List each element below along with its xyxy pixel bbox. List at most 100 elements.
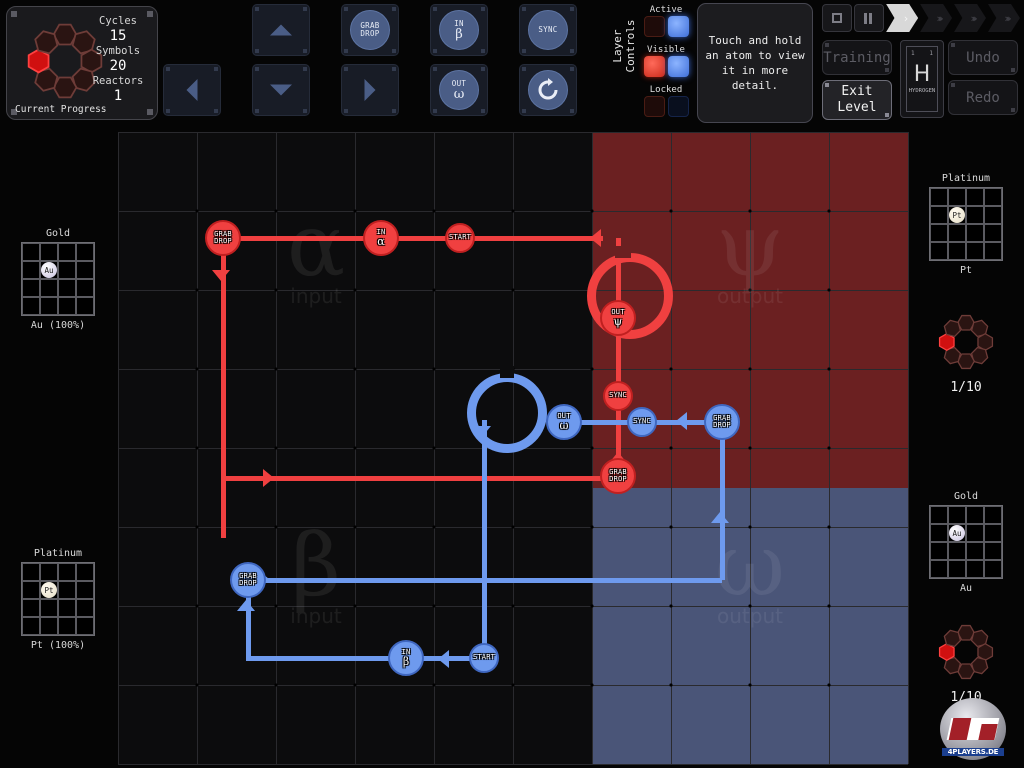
element-grid-cell[interactable] — [76, 617, 94, 635]
element-grid-cell[interactable] — [984, 242, 1002, 260]
element-grid-cell[interactable] — [984, 206, 1002, 224]
element-grid-cell[interactable] — [40, 243, 58, 261]
atom-pt[interactable]: Pt — [949, 207, 965, 223]
element-grid-cell[interactable] — [40, 279, 58, 297]
red-sync[interactable]: SYNC — [603, 381, 633, 411]
stop-button[interactable] — [822, 4, 852, 32]
element-grid-cell[interactable] — [22, 297, 40, 315]
element-grid-cell[interactable] — [40, 297, 58, 315]
platinum-output-grid[interactable]: Pt — [929, 187, 1003, 261]
element-grid-cell[interactable] — [76, 599, 94, 617]
layer-locked-blue-toggle[interactable] — [667, 96, 689, 117]
element-grid-cell[interactable] — [984, 560, 1002, 578]
element-grid-cell[interactable] — [40, 617, 58, 635]
platinum-input-grid[interactable]: Pt — [21, 562, 95, 636]
element-grid-cell[interactable] — [930, 206, 948, 224]
element-grid-cell[interactable] — [58, 261, 76, 279]
element-grid-cell[interactable] — [76, 297, 94, 315]
element-grid-cell[interactable] — [930, 524, 948, 542]
element-grid-cell[interactable] — [58, 243, 76, 261]
element-grid-cell[interactable] — [58, 279, 76, 297]
element-grid-cell[interactable] — [984, 224, 1002, 242]
element-grid-cell[interactable] — [984, 542, 1002, 560]
element-grid-cell[interactable] — [984, 506, 1002, 524]
element-grid-cell[interactable] — [948, 188, 966, 206]
element-grid-cell[interactable] — [966, 542, 984, 560]
element-grid-cell[interactable] — [76, 243, 94, 261]
element-grid-cell[interactable] — [966, 560, 984, 578]
element-grid-cell[interactable] — [40, 599, 58, 617]
training-button[interactable]: Training — [822, 40, 892, 75]
element-grid-cell[interactable] — [966, 224, 984, 242]
element-grid-cell[interactable] — [948, 542, 966, 560]
element-info-card[interactable]: 1 1 H HYDROGEN — [900, 40, 944, 118]
element-grid-cell[interactable] — [984, 524, 1002, 542]
rotate-button[interactable] — [519, 64, 577, 116]
element-grid-cell[interactable]: Au — [948, 524, 966, 542]
element-grid-cell[interactable] — [58, 581, 76, 599]
element-grid-cell[interactable] — [930, 224, 948, 242]
element-grid-cell[interactable] — [76, 261, 94, 279]
element-grid-cell[interactable] — [22, 279, 40, 297]
layer-visible-red-toggle[interactable] — [643, 56, 665, 77]
element-grid-cell[interactable] — [966, 524, 984, 542]
grab-drop-button[interactable]: GRAB DROP — [341, 4, 399, 56]
element-grid-cell[interactable] — [22, 581, 40, 599]
blue-sync[interactable]: SYNC — [627, 407, 657, 437]
layer-active-red-toggle[interactable] — [643, 16, 665, 37]
element-grid-cell[interactable]: Pt — [40, 581, 58, 599]
red-output-psi[interactable]: OUT ψ — [600, 300, 636, 336]
element-grid-cell[interactable] — [930, 188, 948, 206]
element-grid-cell[interactable] — [40, 563, 58, 581]
red-grab-drop-1[interactable]: GRAB DROP — [205, 220, 241, 256]
element-grid-cell[interactable] — [930, 242, 948, 260]
element-grid-cell[interactable] — [58, 599, 76, 617]
arrow-right-button[interactable] — [341, 64, 399, 116]
layer-locked-red-toggle[interactable] — [643, 96, 665, 117]
element-grid-cell[interactable] — [948, 506, 966, 524]
element-grid-cell[interactable]: Pt — [948, 206, 966, 224]
red-start[interactable]: START — [445, 223, 475, 253]
red-input-alpha[interactable]: IN α — [363, 220, 399, 256]
atom-au[interactable]: Au — [41, 262, 57, 278]
gold-output-grid[interactable]: Au — [929, 505, 1003, 579]
arrow-up-button[interactable] — [252, 4, 310, 56]
element-grid-cell[interactable] — [76, 279, 94, 297]
element-grid-cell[interactable] — [966, 506, 984, 524]
play-button[interactable]: › — [886, 4, 919, 32]
gold-input-grid[interactable]: Au — [21, 242, 95, 316]
arrow-down-button[interactable] — [252, 64, 310, 116]
atom-au[interactable]: Au — [949, 525, 965, 541]
reactor-grid[interactable]: α input ψ output β input ω output — [118, 132, 909, 765]
element-grid-cell[interactable] — [966, 206, 984, 224]
pause-button[interactable] — [854, 4, 885, 32]
speed-1-button[interactable]: ››› — [920, 4, 953, 32]
layer-visible-blue-toggle[interactable] — [667, 56, 689, 77]
blue-output-omega[interactable]: OUT ω — [546, 404, 582, 440]
element-grid-cell[interactable]: Au — [40, 261, 58, 279]
element-grid-cell[interactable] — [58, 563, 76, 581]
element-grid-cell[interactable] — [948, 242, 966, 260]
blue-start[interactable]: START — [469, 643, 499, 673]
input-beta-button[interactable]: IN β — [430, 4, 488, 56]
element-grid-cell[interactable] — [948, 224, 966, 242]
element-grid-cell[interactable] — [22, 563, 40, 581]
undo-button[interactable]: Undo — [948, 40, 1018, 75]
element-grid-cell[interactable] — [984, 188, 1002, 206]
element-grid-cell[interactable] — [76, 581, 94, 599]
element-grid-cell[interactable] — [22, 243, 40, 261]
output-omega-button[interactable]: OUT ω — [430, 64, 488, 116]
red-grab-drop-2[interactable]: GRAB DROP — [600, 458, 636, 494]
layer-active-blue-toggle[interactable] — [667, 16, 689, 37]
element-grid-cell[interactable] — [22, 617, 40, 635]
blue-grab-drop-1[interactable]: GRAB DROP — [704, 404, 740, 440]
blue-grab-drop-2[interactable]: GRAB DROP — [230, 562, 266, 598]
element-grid-cell[interactable] — [930, 560, 948, 578]
element-grid-cell[interactable] — [930, 506, 948, 524]
element-grid-cell[interactable] — [22, 599, 40, 617]
element-grid-cell[interactable] — [966, 188, 984, 206]
blue-input-beta[interactable]: IN β — [388, 640, 424, 676]
element-grid-cell[interactable] — [22, 261, 40, 279]
redo-button[interactable]: Redo — [948, 80, 1018, 115]
arrow-left-button[interactable] — [163, 64, 221, 116]
